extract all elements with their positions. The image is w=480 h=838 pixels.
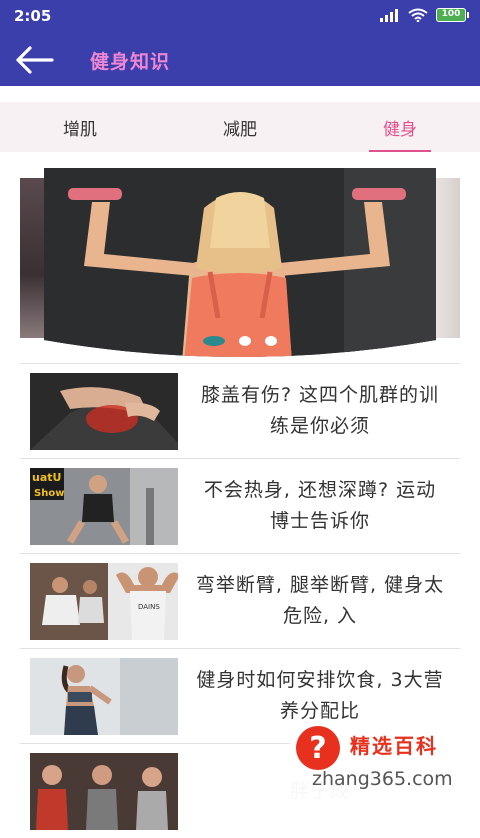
watermark-brand: 精选百科 bbox=[350, 734, 438, 758]
watermark-domain: zhang365.com bbox=[312, 768, 453, 790]
gym-people-image bbox=[30, 752, 178, 830]
status-time: 2:05 bbox=[14, 7, 52, 25]
status-bar: 2:05 100 bbox=[0, 0, 480, 32]
page-title: 健身知识 bbox=[90, 51, 171, 73]
fitness-woman-image bbox=[30, 657, 178, 735]
article-thumbnail: uatU Show bbox=[30, 467, 178, 545]
banner-carousel bbox=[0, 152, 480, 364]
back-button[interactable] bbox=[12, 40, 56, 80]
bicep-curl-image: DAINS bbox=[30, 562, 178, 640]
article-thumbnail bbox=[30, 752, 178, 830]
tab-fitness[interactable]: 健身 bbox=[320, 102, 480, 152]
status-icons: 100 bbox=[380, 8, 469, 22]
list-item[interactable]: 膝盖有伤? 这四个肌群的训练是你必须 bbox=[20, 363, 460, 458]
tab-weight-loss[interactable]: 减肥 bbox=[160, 102, 320, 152]
woman-dumbbell-illustration bbox=[44, 168, 436, 362]
banner-prev-peek[interactable] bbox=[20, 178, 46, 338]
battery-level: 100 bbox=[441, 9, 461, 19]
banner-next-peek[interactable] bbox=[434, 178, 460, 338]
wifi-icon bbox=[408, 8, 428, 22]
article-thumbnail bbox=[30, 657, 178, 735]
article-thumbnail: DAINS bbox=[30, 562, 178, 640]
svg-text:Show: Show bbox=[34, 488, 64, 499]
watermark: ? 精选百科 zhang365.com bbox=[290, 720, 480, 800]
article-title: 弯举断臂, 腿举断臂, 健身太危险, 入 bbox=[195, 574, 445, 627]
article-title: 膝盖有伤? 这四个肌群的训练是你必须 bbox=[200, 384, 440, 437]
battery-icon: 100 bbox=[436, 8, 469, 22]
category-tabs: 增肌 减肥 健身 bbox=[0, 102, 480, 152]
article-title: 不会热身, 还想深蹲? 运动博士告诉你 bbox=[203, 479, 437, 532]
signal-icon bbox=[380, 9, 398, 22]
svg-text:uatU: uatU bbox=[32, 471, 61, 484]
spacer bbox=[0, 86, 480, 102]
banner-image[interactable] bbox=[44, 168, 436, 362]
tab-muscle-gain[interactable]: 增肌 bbox=[0, 102, 160, 152]
arrow-left-icon bbox=[16, 46, 54, 74]
app-bar: 健身知识 bbox=[0, 32, 480, 86]
article-title: 健身时如何安排饮食, 3大营养分配比 bbox=[196, 669, 444, 722]
svg-text:DAINS: DAINS bbox=[138, 603, 160, 611]
squat-show-image: uatU Show bbox=[30, 467, 178, 545]
knee-injury-image bbox=[30, 372, 178, 450]
list-item[interactable]: DAINS 弯举断臂, 腿举断臂, 健身太危险, 入 bbox=[20, 553, 460, 648]
list-item[interactable]: uatU Show 不会热身, 还想深蹲? 运动博士告诉你 bbox=[20, 458, 460, 553]
question-mark-icon: ? bbox=[296, 726, 340, 770]
article-thumbnail bbox=[30, 372, 178, 450]
